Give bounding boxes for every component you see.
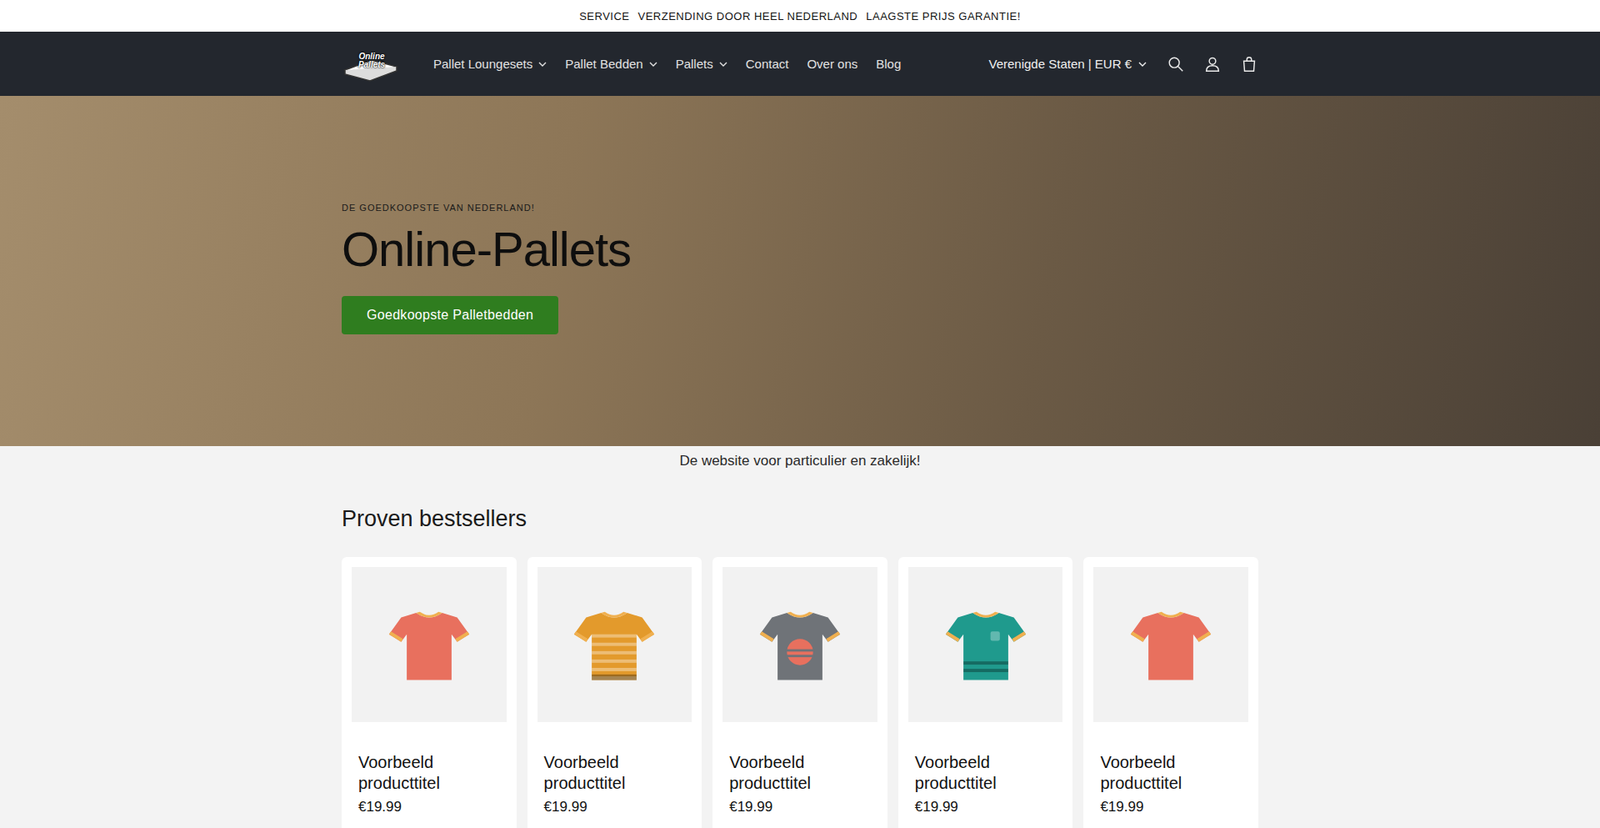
product-card[interactable]: Voorbeeld producttitel €19.99 [341, 556, 517, 828]
logo[interactable]: Online Pallets [341, 46, 402, 82]
t-shirt-icon [567, 597, 661, 691]
nav-item[interactable]: Over ons [806, 56, 858, 71]
chevron-down-icon [649, 61, 658, 67]
tagline: De website voor particulier en zakelijk! [0, 445, 1600, 476]
hero-banner: DE GOEDKOOPSTE VAN NEDERLAND! Online-Pall… [0, 95, 1600, 446]
nav-item[interactable]: Pallets [675, 56, 728, 71]
page: SERVICE VERZENDING DOOR HEEL NEDERLAND LAA… [0, 0, 1600, 828]
account-icon[interactable] [1203, 55, 1222, 74]
product-title: Voorbeeld producttitel [729, 751, 871, 794]
chevron-down-icon [538, 61, 547, 67]
main-nav: Pallet Loungesets Pallet Bedden Pallets Con… [433, 56, 901, 71]
product-title: Voorbeeld producttitel [915, 751, 1057, 794]
search-icon[interactable] [1166, 55, 1185, 74]
product-card[interactable]: Voorbeeld producttitel €19.99 [527, 556, 703, 828]
announcement-item: LAAGSTE PRIJS GARANTIE! [865, 10, 1021, 23]
product-image [722, 566, 878, 722]
product-price: €19.99 [915, 798, 1057, 815]
product-image [537, 566, 693, 722]
t-shirt-icon [753, 597, 847, 691]
product-image [908, 566, 1064, 722]
product-price: €19.99 [729, 798, 871, 815]
nav-item[interactable]: Contact [745, 56, 790, 71]
chevron-down-icon [1138, 61, 1147, 67]
hero-title: Online-Pallets [341, 222, 1259, 276]
product-price: €19.99 [358, 798, 500, 815]
chevron-down-icon [719, 61, 728, 67]
featured-collection: Proven bestsellers Voorbeeld producttitel… [341, 475, 1259, 828]
product-image [351, 566, 507, 722]
product-info: Voorbeeld producttitel €19.99 [722, 721, 878, 815]
product-info: Voorbeeld producttitel €19.99 [1093, 721, 1249, 815]
product-title: Voorbeeld producttitel [1100, 751, 1242, 794]
announcement-item: SERVICE [579, 10, 630, 23]
t-shirt-icon [382, 597, 476, 691]
nav-item[interactable]: Pallet Bedden [565, 56, 657, 71]
logo-text: Online Pallets [352, 52, 391, 70]
product-price: €19.99 [544, 798, 686, 815]
announcement-bar: SERVICE VERZENDING DOOR HEEL NEDERLAND LAA… [0, 0, 1600, 32]
product-info: Voorbeeld producttitel €19.99 [537, 721, 693, 815]
product-card[interactable]: Voorbeeld producttitel €19.99 [712, 556, 888, 828]
hero-button[interactable]: Goedkoopste Palletbedden [341, 295, 559, 335]
product-info: Voorbeeld producttitel €19.99 [908, 721, 1064, 815]
product-title: Voorbeeld producttitel [544, 751, 686, 794]
collection-title: Proven bestsellers [341, 505, 1259, 532]
t-shirt-icon [939, 597, 1033, 691]
nav-item[interactable]: Pallet Loungesets [433, 56, 547, 71]
product-grid: Voorbeeld producttitel€19.99Voorbeeld pr… [341, 556, 1259, 828]
hero-subtitle: DE GOEDKOOPSTE VAN NEDERLAND! [341, 202, 1259, 213]
t-shirt-icon [1124, 597, 1218, 691]
announcement-item: VERZENDING DOOR HEEL NEDERLAND [638, 10, 859, 23]
product-card[interactable]: Voorbeeld producttitel €19.99 [898, 556, 1074, 828]
product-image [1093, 566, 1249, 722]
nav-item[interactable]: Blog [875, 56, 901, 71]
product-card[interactable]: Voorbeeld producttitel €19.99 [1083, 556, 1259, 828]
product-price: €19.99 [1100, 798, 1242, 815]
product-title: Voorbeeld producttitel [358, 751, 500, 794]
cart-icon[interactable] [1240, 55, 1259, 74]
locale-selector[interactable]: Verenigde Staten | EUR € [988, 56, 1147, 71]
header: Online Pallets Pallet Loungesets Pallet Be… [0, 31, 1600, 96]
header-actions: Verenigde Staten | EUR € [988, 55, 1259, 74]
product-info: Voorbeeld producttitel €19.99 [351, 721, 507, 815]
